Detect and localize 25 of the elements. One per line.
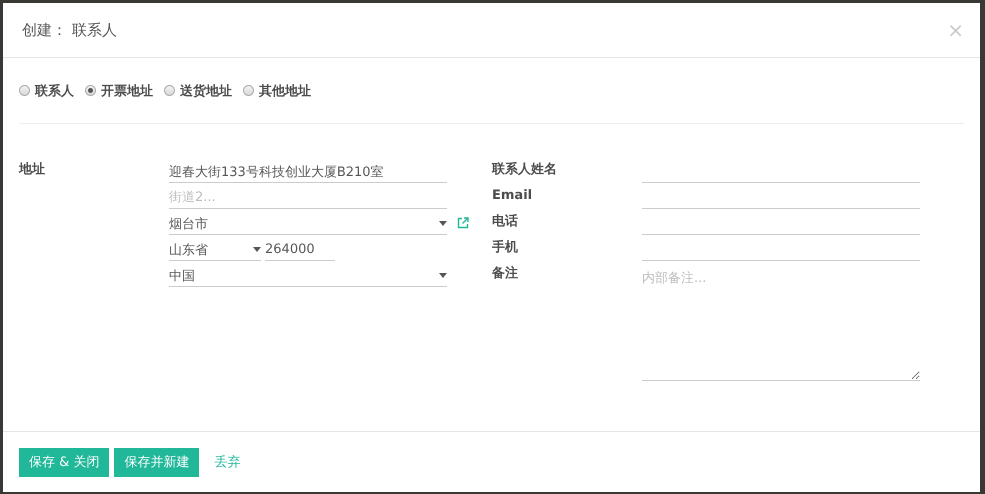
caret-icon — [439, 221, 447, 226]
field-label: Email — [492, 187, 534, 205]
radio-button[interactable] — [19, 85, 30, 96]
radio-button[interactable] — [85, 85, 96, 96]
radio-label[interactable]: 开票地址 — [101, 82, 153, 100]
city-dropdown[interactable]: 烟台市 — [169, 213, 447, 235]
radio-button[interactable] — [243, 85, 254, 96]
field-label: 备注 — [492, 265, 519, 283]
dialog-title: 创建： 联系人 — [22, 20, 117, 40]
street-field[interactable]: 迎春大街133号科技创业大厦B210室 — [169, 161, 447, 183]
radio-label[interactable]: 其他地址 — [259, 82, 311, 100]
radio-label[interactable]: 联系人 — [35, 82, 74, 100]
caret-icon — [253, 247, 261, 252]
street2-field[interactable]: 街道2... — [169, 187, 447, 209]
caret-icon — [439, 273, 447, 278]
zip-field[interactable]: 264000 — [265, 239, 335, 261]
radio-button[interactable] — [164, 85, 175, 96]
field-label: 联系人姓名 — [492, 161, 558, 179]
external-link-icon[interactable] — [457, 217, 469, 229]
radio-label[interactable]: 送货地址 — [180, 82, 232, 100]
field-label: 电话 — [492, 213, 519, 231]
field-label: 地址 — [19, 161, 46, 179]
country-dropdown[interactable]: 中国 — [169, 265, 447, 287]
state-dropdown[interactable]: 山东省 — [169, 239, 261, 261]
field-label: 手机 — [492, 239, 519, 257]
